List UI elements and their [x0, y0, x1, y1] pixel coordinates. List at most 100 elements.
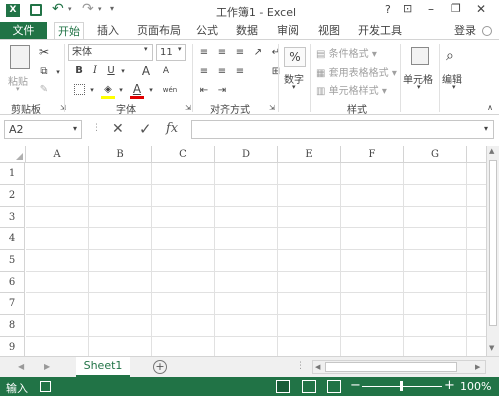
column-header-a[interactable]: A	[26, 146, 89, 163]
shrink-font-button[interactable]: A	[158, 63, 174, 79]
prev-sheet-icon[interactable]: ◀	[18, 362, 24, 371]
align-middle-icon[interactable]: ≡	[214, 45, 230, 61]
vertical-scroll-thumb[interactable]	[489, 160, 497, 326]
row-header-7[interactable]: 7	[0, 293, 25, 315]
align-right-icon[interactable]: ≡	[232, 64, 248, 80]
tab-split-handle[interactable]: ⋮	[296, 361, 305, 371]
column-header-e[interactable]: E	[278, 146, 341, 163]
horizontal-scroll-thumb[interactable]	[325, 362, 457, 372]
align-bottom-icon[interactable]: ≡	[232, 45, 248, 61]
sheet-tab-sheet1[interactable]: Sheet1	[76, 357, 130, 377]
minimize-button[interactable]: –	[428, 2, 434, 16]
row-header-6[interactable]: 6	[0, 272, 25, 293]
paste-button[interactable]: 粘贴 ▾	[6, 43, 34, 95]
underline-dropdown-icon[interactable]: ▾	[115, 63, 131, 79]
row-header-3[interactable]: 3	[0, 207, 25, 228]
enter-entry-button[interactable]: ✓	[139, 120, 152, 138]
cut-icon[interactable]: ✂	[36, 44, 52, 60]
align-center-icon[interactable]: ≡	[214, 64, 230, 80]
row-header-5[interactable]: 5	[0, 250, 25, 272]
borders-dropdown-icon[interactable]: ▾	[84, 82, 100, 98]
tab-review[interactable]: 审阅	[275, 22, 301, 40]
macro-record-icon[interactable]	[40, 381, 51, 392]
expand-formula-bar-icon[interactable]: ▾	[484, 124, 488, 133]
row-header-9[interactable]: 9	[0, 337, 25, 356]
tab-developer[interactable]: 开发工具	[357, 22, 403, 40]
normal-view-icon[interactable]	[276, 380, 290, 393]
increase-indent-icon[interactable]: ⇥	[214, 83, 230, 99]
fill-color-dropdown-icon[interactable]: ▾	[113, 82, 129, 98]
close-button[interactable]: ✕	[476, 2, 486, 16]
formula-input[interactable]	[191, 120, 494, 139]
font-launcher-icon[interactable]: ⇲	[180, 100, 196, 116]
orientation-icon[interactable]: ↗	[250, 45, 266, 61]
scroll-down-icon[interactable]: ▼	[489, 344, 494, 352]
help-button[interactable]: ?	[385, 3, 391, 16]
format-painter-icon[interactable]: ✎	[36, 82, 52, 98]
account-icon[interactable]	[482, 26, 492, 36]
name-box[interactable]: A2 ▾	[4, 120, 82, 139]
scroll-right-icon[interactable]: ▶	[475, 363, 480, 371]
format-as-table-button[interactable]: ▦ 套用表格格式 ▾	[316, 64, 397, 79]
ribbon-display-options-button[interactable]: ⊡	[403, 2, 412, 15]
undo-icon[interactable]: ↶	[52, 1, 64, 17]
italic-button[interactable]: I	[87, 63, 103, 79]
font-color-dropdown-icon[interactable]: ▾	[143, 82, 159, 98]
page-break-view-icon[interactable]	[327, 380, 341, 393]
cell-styles-button[interactable]: ▥ 单元格样式 ▾	[316, 82, 387, 97]
column-header-d[interactable]: D	[215, 146, 278, 163]
clipboard-launcher-icon[interactable]: ⇲	[55, 100, 71, 116]
tab-file[interactable]: 文件	[0, 22, 47, 40]
phonetic-icon[interactable]: wén	[160, 82, 180, 98]
align-top-icon[interactable]: ≡	[196, 45, 212, 61]
conditional-formatting-button[interactable]: ▤ 条件格式 ▾	[316, 45, 377, 60]
tab-formulas[interactable]: 公式	[194, 22, 220, 40]
undo-dropdown-icon[interactable]: ▾	[68, 5, 72, 13]
row-header-8[interactable]: 8	[0, 315, 25, 337]
row-header-2[interactable]: 2	[0, 185, 25, 207]
column-header-partial[interactable]	[467, 146, 486, 163]
number-format-button[interactable]: % 数字 ▾	[281, 45, 309, 100]
tab-page-layout[interactable]: 页面布局	[136, 22, 182, 40]
font-name-combo[interactable]: 宋体	[68, 44, 153, 61]
tab-data[interactable]: 数据	[234, 22, 260, 40]
scroll-left-icon[interactable]: ◀	[315, 363, 320, 371]
next-sheet-icon[interactable]: ▶	[44, 362, 50, 371]
align-left-icon[interactable]: ≡	[196, 64, 212, 80]
cells-button[interactable]: 单元格 ▾	[403, 45, 437, 100]
name-box-dropdown-icon[interactable]: ▾	[73, 124, 77, 133]
column-header-b[interactable]: B	[89, 146, 152, 163]
bold-button[interactable]: B	[71, 63, 87, 79]
column-header-f[interactable]: F	[341, 146, 404, 163]
vertical-scrollbar[interactable]: ▲ ▼	[486, 146, 499, 356]
formula-bar-drag-handle[interactable]: ⋮	[92, 123, 101, 133]
column-header-c[interactable]: C	[152, 146, 215, 163]
tab-insert[interactable]: 插入	[95, 22, 121, 40]
save-icon[interactable]	[30, 4, 42, 16]
row-header-4[interactable]: 4	[0, 228, 25, 250]
zoom-slider-thumb[interactable]	[400, 381, 403, 391]
customize-qat-icon[interactable]: ▾	[110, 4, 114, 13]
collapse-ribbon-icon[interactable]: ∧	[482, 100, 498, 116]
row-header-1[interactable]: 1	[0, 163, 25, 185]
scroll-up-icon[interactable]: ▲	[489, 147, 494, 155]
column-header-g[interactable]: G	[404, 146, 467, 163]
zoom-in-button[interactable]: +	[444, 378, 455, 393]
new-sheet-button[interactable]: +	[153, 360, 167, 374]
decrease-indent-icon[interactable]: ⇤	[196, 83, 212, 99]
select-all-corner[interactable]	[0, 146, 26, 163]
tab-home[interactable]: 开始	[54, 22, 84, 40]
horizontal-scrollbar[interactable]: ◀ ▶	[312, 360, 486, 374]
redo-dropdown-icon[interactable]: ▾	[98, 5, 102, 13]
grow-font-button[interactable]: A	[138, 63, 154, 79]
font-size-dropdown-icon[interactable]: ▾	[178, 45, 182, 53]
zoom-level[interactable]: 100%	[460, 380, 491, 393]
font-name-dropdown-icon[interactable]: ▾	[144, 45, 148, 53]
insert-function-button[interactable]: fx	[166, 121, 178, 136]
tab-view[interactable]: 视图	[316, 22, 342, 40]
zoom-out-button[interactable]: −	[350, 378, 361, 393]
redo-icon[interactable]: ↷	[82, 1, 94, 17]
restore-button[interactable]: ❐	[451, 2, 461, 15]
cancel-entry-button[interactable]: ✕	[112, 121, 124, 137]
page-layout-view-icon[interactable]	[302, 380, 316, 393]
